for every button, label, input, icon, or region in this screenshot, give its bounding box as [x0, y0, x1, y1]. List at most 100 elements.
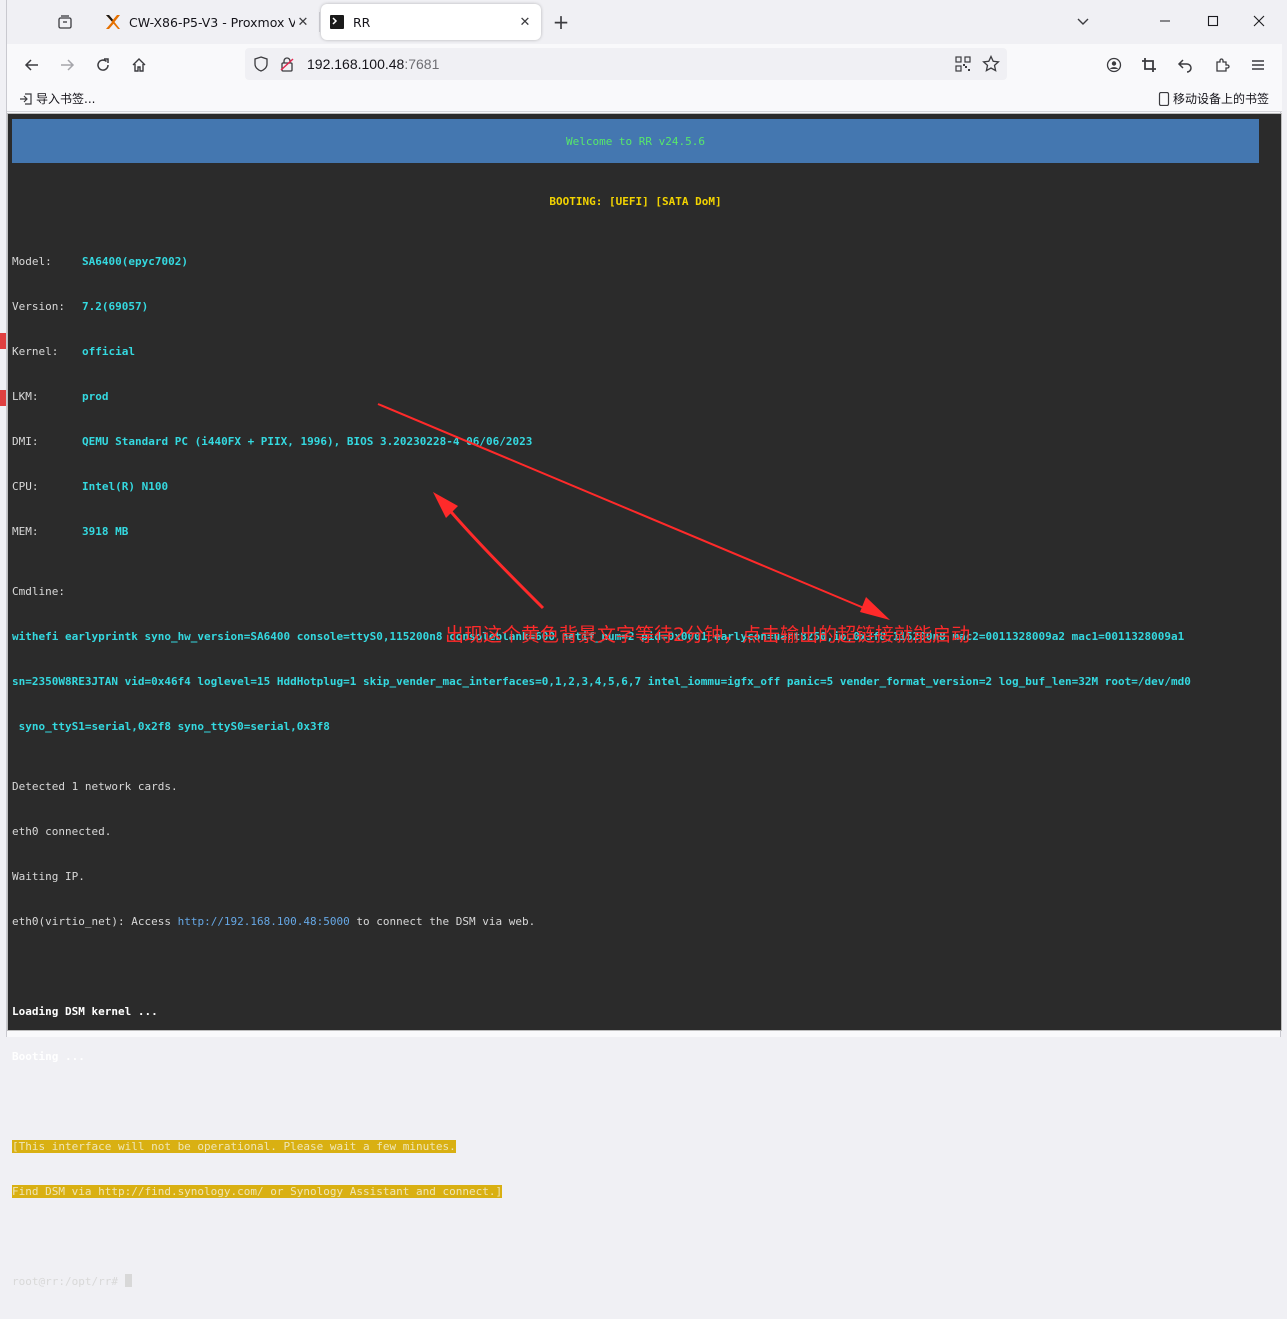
- info-key: DMI:: [12, 435, 39, 448]
- arrow-right-icon: [61, 59, 75, 71]
- info-row: DMI: QEMU Standard PC (i440FX + PIIX, 199…: [12, 434, 1267, 449]
- window-close-button[interactable]: [1239, 6, 1279, 36]
- crop-screenshot-button[interactable]: [1134, 50, 1164, 80]
- close-icon: [1253, 15, 1265, 27]
- tab-list-icon: [58, 15, 72, 29]
- info-value: official: [82, 345, 135, 358]
- proxmox-logo-icon: [105, 14, 121, 30]
- close-icon[interactable]: ✕: [517, 14, 533, 30]
- mobile-bookmarks-label: 移动设备上的书签: [1173, 92, 1270, 106]
- tab-title: CW-X86-P5-V3 - Proxmox Vi: [129, 14, 295, 30]
- hamburger-menu-icon: [1252, 60, 1264, 70]
- puzzle-icon: [1216, 58, 1230, 72]
- terminal-viewport[interactable]: Welcome to RR v24.5.6 BOOTING: [UEFI] [S…: [7, 113, 1282, 1288]
- account-button[interactable]: [1099, 50, 1129, 80]
- import-bookmarks-link[interactable]: 导入书签...: [19, 90, 95, 107]
- info-value: prod: [82, 390, 109, 403]
- welcome-banner: Welcome to RR v24.5.6: [12, 119, 1259, 163]
- browser-window: CW-X86-P5-V3 - Proxmox Vi ✕ RR ✕ + 192.1…: [6, 0, 1282, 1288]
- access-prefix: eth0(virtio_net): Access: [12, 915, 178, 928]
- address-bar[interactable]: 192.168.100.48:7681: [245, 48, 1007, 80]
- info-value: 7.2(69057): [82, 300, 149, 313]
- tab-list-button[interactable]: [47, 8, 83, 36]
- url-text[interactable]: 192.168.100.48:7681: [307, 56, 439, 72]
- undo-arrow-icon: [1177, 59, 1192, 73]
- info-key: LKM:: [12, 390, 39, 403]
- shield-icon[interactable]: [253, 56, 269, 76]
- info-key: MEM:: [12, 525, 39, 538]
- info-row: Model: SA6400(epyc7002): [12, 254, 1267, 269]
- import-bookmarks-label: 导入书签...: [36, 92, 96, 106]
- account-icon: [1106, 57, 1122, 73]
- mobile-bookmarks-link[interactable]: 移动设备上的书签: [1158, 90, 1269, 107]
- info-row: Version: 7.2(69057): [12, 299, 1267, 314]
- reload-icon: [97, 58, 109, 71]
- tab-title: RR: [353, 14, 371, 30]
- qr-code-icon[interactable]: [955, 56, 971, 76]
- loading-line: Loading DSM kernel ...: [12, 1005, 158, 1018]
- annotation-text: 出现这个黄色背景文字等待2分钟，点击输出的超链接就能启动: [445, 624, 971, 646]
- bookmark-star-icon[interactable]: [982, 54, 1000, 77]
- terminal-cursor: [124, 1274, 132, 1287]
- tab-overflow-button[interactable]: [1063, 6, 1103, 36]
- notice-line: Find DSM via http://find.synology.com/ o…: [12, 1184, 1267, 1199]
- tab-proxmox[interactable]: CW-X86-P5-V3 - Proxmox Vi ✕: [97, 4, 319, 40]
- notice-highlight: Find DSM via http://find.synology.com/ o…: [12, 1185, 503, 1198]
- info-key: Kernel:: [12, 345, 59, 358]
- status-line: eth0 connected.: [12, 825, 112, 838]
- back-button[interactable]: [17, 50, 47, 80]
- status-line: Detected 1 network cards.: [12, 780, 178, 793]
- info-value: SA6400(epyc7002): [82, 255, 188, 268]
- notice-highlight: [This interface will not be operational.…: [12, 1140, 456, 1153]
- maximize-icon: [1207, 15, 1219, 27]
- terminal-icon: [329, 14, 345, 30]
- tab-separator: [319, 12, 320, 32]
- import-icon: [20, 92, 32, 105]
- cmdline-text: syno_ttyS1=serial,0x2f8 syno_ttyS0=seria…: [12, 720, 330, 733]
- info-row: Kernel: official: [12, 344, 1267, 359]
- cmdline-text: sn=2350W8RE3JTAN vid=0x46f4 loglevel=15 …: [12, 675, 1191, 688]
- terminal-output: BOOTING: [UEFI] [SATA DoM] Model: SA6400(…: [12, 164, 1267, 1319]
- tab-strip: CW-X86-P5-V3 - Proxmox Vi ✕ RR ✕ +: [7, 0, 1282, 44]
- info-value: 3918 MB: [82, 525, 129, 538]
- tab-rr[interactable]: RR ✕: [321, 4, 541, 40]
- info-key: Version:: [12, 300, 65, 313]
- extensions-button[interactable]: [1207, 50, 1237, 80]
- info-value: QEMU Standard PC (i440FX + PIIX, 1996), …: [82, 435, 533, 448]
- home-icon: [132, 58, 146, 72]
- plus-icon: +: [552, 10, 570, 34]
- access-line: eth0(virtio_net): Access http://192.168.…: [12, 914, 1267, 929]
- undo-button[interactable]: [1170, 50, 1200, 80]
- info-row: CPU: Intel(R) N100: [12, 479, 1267, 494]
- shell-prompt: root@rr:/opt/rr#: [12, 1275, 125, 1288]
- url-host: 192.168.100.48: [307, 56, 405, 72]
- insecure-lock-icon[interactable]: [279, 56, 295, 76]
- new-tab-button[interactable]: +: [547, 8, 575, 36]
- cmdline-label: Cmdline:: [12, 585, 65, 598]
- close-icon[interactable]: ✕: [295, 14, 311, 30]
- edge-marker: [0, 390, 6, 406]
- info-row: LKM: prod: [12, 389, 1267, 404]
- dsm-web-link[interactable]: http://192.168.100.48:5000: [178, 915, 350, 928]
- info-row: MEM: 3918 MB: [12, 524, 1267, 539]
- menu-button[interactable]: [1243, 50, 1273, 80]
- minimize-button[interactable]: [1145, 6, 1185, 36]
- home-button[interactable]: [124, 50, 154, 80]
- forward-button[interactable]: [52, 50, 82, 80]
- info-key: Model:: [12, 255, 52, 268]
- mobile-device-icon: [1158, 91, 1170, 106]
- prompt-line[interactable]: root@rr:/opt/rr#: [12, 1274, 1267, 1289]
- crop-icon: [1142, 58, 1156, 72]
- status-line: Waiting IP.: [12, 870, 85, 883]
- edge-marker: [0, 333, 6, 349]
- reload-button[interactable]: [88, 50, 118, 80]
- boot-mode-line: BOOTING: [UEFI] [SATA DoM]: [549, 195, 722, 208]
- notice-line: [This interface will not be operational.…: [12, 1139, 1267, 1154]
- maximize-button[interactable]: [1193, 6, 1233, 36]
- navigation-bar: 192.168.100.48:7681: [7, 44, 1282, 84]
- booting-line: Booting ...: [12, 1050, 85, 1063]
- bookmarks-toolbar: 导入书签... 移动设备上的书签: [7, 84, 1282, 112]
